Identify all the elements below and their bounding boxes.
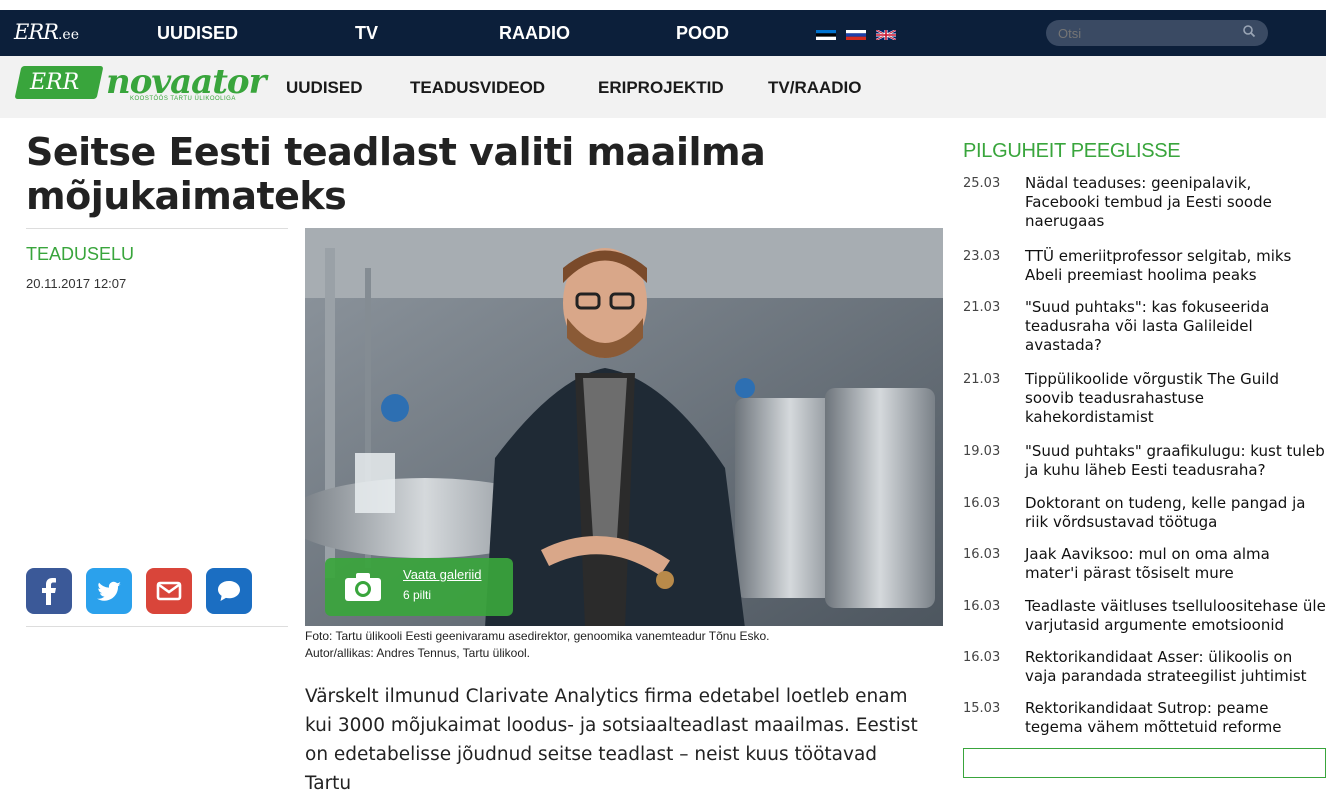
novaator-logo-tagline: KOOSTÖÖS TARTU ÜLIKOOLIGA	[130, 96, 236, 102]
sidebar-item-date: 15.03	[963, 701, 1001, 716]
sidebar-item-title[interactable]: TTÜ emeriitprofessor selgitab, miks Abel…	[1025, 247, 1326, 285]
estonian-flag-icon[interactable]	[816, 30, 836, 40]
err-logo-suffix: .ee	[57, 27, 79, 43]
nav-tv[interactable]: TV	[355, 23, 378, 44]
sidebar-item-title[interactable]: "Suud puhtaks": kas fokuseerida teadusra…	[1025, 298, 1326, 355]
email-icon	[156, 581, 182, 601]
sidebar-item-date: 16.03	[963, 547, 1001, 562]
article-category[interactable]: TEADUSELU	[26, 244, 134, 265]
article-body: Värskelt ilmunud Clarivate Analytics fir…	[305, 686, 918, 794]
gallery-link[interactable]: Vaata galeriid	[403, 567, 482, 582]
sidebar-item-title[interactable]: Tippülikoolide võrgustik The Guild soovi…	[1025, 370, 1326, 427]
subnav-teadusvideod[interactable]: TEADUSVIDEOD	[410, 78, 545, 98]
sidebar-item-title[interactable]: Teadlaste väitluses tselluloositehase ül…	[1025, 597, 1326, 635]
section-navbar: ERR novaator KOOSTÖÖS TARTU ÜLIKOOLIGA U…	[0, 56, 1326, 118]
subnav-tv-raadio[interactable]: TV/RAADIO	[768, 78, 862, 98]
divider	[26, 626, 288, 627]
sidebar-title: PILGUHEIT PEEGLISSE	[963, 140, 1181, 162]
gallery-button[interactable]: Vaata galeriid 6 pilti	[325, 558, 513, 616]
sidebar-item-title[interactable]: "Suud puhtaks" graafikulugu: kust tuleb …	[1025, 442, 1326, 480]
comment-button[interactable]	[206, 568, 252, 614]
sidebar-item-title[interactable]: Rektorikandidaat Asser: ülikoolis on vaj…	[1025, 648, 1326, 686]
divider	[26, 228, 288, 229]
article-date: 20.11.2017 12:07	[26, 276, 127, 291]
uk-flag-icon[interactable]	[876, 30, 896, 40]
sidebar-item-date: 16.03	[963, 599, 1001, 614]
err-logo-text: ERR	[14, 20, 59, 44]
top-navbar: ERR.ee UUDISED TV RAADIO POOD	[0, 10, 1326, 56]
novaator-err-badge: ERR	[14, 66, 104, 99]
sidebar-box	[963, 748, 1326, 778]
sidebar-item-date: 16.03	[963, 496, 1001, 511]
novaator-err-text: ERR	[30, 70, 80, 95]
twitter-icon	[97, 581, 121, 601]
sidebar-item-title[interactable]: Doktorant on tudeng, kelle pangad ja rii…	[1025, 494, 1326, 532]
sidebar-item-title[interactable]: Jaak Aaviksoo: mul on oma alma mater'i p…	[1025, 545, 1326, 583]
sidebar-item-date: 21.03	[963, 300, 1001, 315]
russian-flag-icon[interactable]	[846, 30, 866, 40]
subnav-uudised[interactable]: UUDISED	[286, 78, 363, 98]
comment-icon	[218, 581, 240, 601]
caption-line-2: Autor/allikas: Andres Tennus, Tartu ülik…	[305, 646, 531, 660]
subnav-eriprojektid[interactable]: ERIPROJEKTID	[598, 78, 724, 98]
nav-uudised[interactable]: UUDISED	[157, 23, 238, 44]
search-box[interactable]	[1046, 20, 1268, 46]
sidebar-item-title[interactable]: Nädal teaduses: geenipalavik, Facebooki …	[1025, 174, 1326, 231]
caption-line-1: Foto: Tartu ülikooli Eesti geenivaramu a…	[305, 629, 770, 643]
err-logo[interactable]: ERR.ee	[14, 20, 79, 44]
sidebar-item-date: 23.03	[963, 249, 1001, 264]
share-email-button[interactable]	[146, 568, 192, 614]
sidebar-item-date: 25.03	[963, 176, 1001, 191]
facebook-icon	[42, 578, 56, 605]
sidebar-item-title[interactable]: Rektorikandidaat Sutrop: peame tegema vä…	[1025, 699, 1326, 737]
article-title: Seitse Eesti teadlast valiti maailma mõj…	[26, 130, 766, 218]
sidebar-item-date: 21.03	[963, 372, 1001, 387]
nav-pood[interactable]: POOD	[676, 23, 729, 44]
search-input[interactable]	[1058, 23, 1228, 43]
sidebar-item-date: 19.03	[963, 444, 1001, 459]
search-icon[interactable]	[1242, 24, 1256, 41]
nav-raadio[interactable]: RAADIO	[499, 23, 570, 44]
photo-caption: Foto: Tartu ülikooli Eesti geenivaramu a…	[305, 628, 945, 662]
share-twitter-button[interactable]	[86, 568, 132, 614]
gallery-count: 6 pilti	[403, 588, 432, 602]
share-facebook-button[interactable]	[26, 568, 72, 614]
camera-icon	[345, 573, 381, 601]
sidebar-item-date: 16.03	[963, 650, 1001, 665]
